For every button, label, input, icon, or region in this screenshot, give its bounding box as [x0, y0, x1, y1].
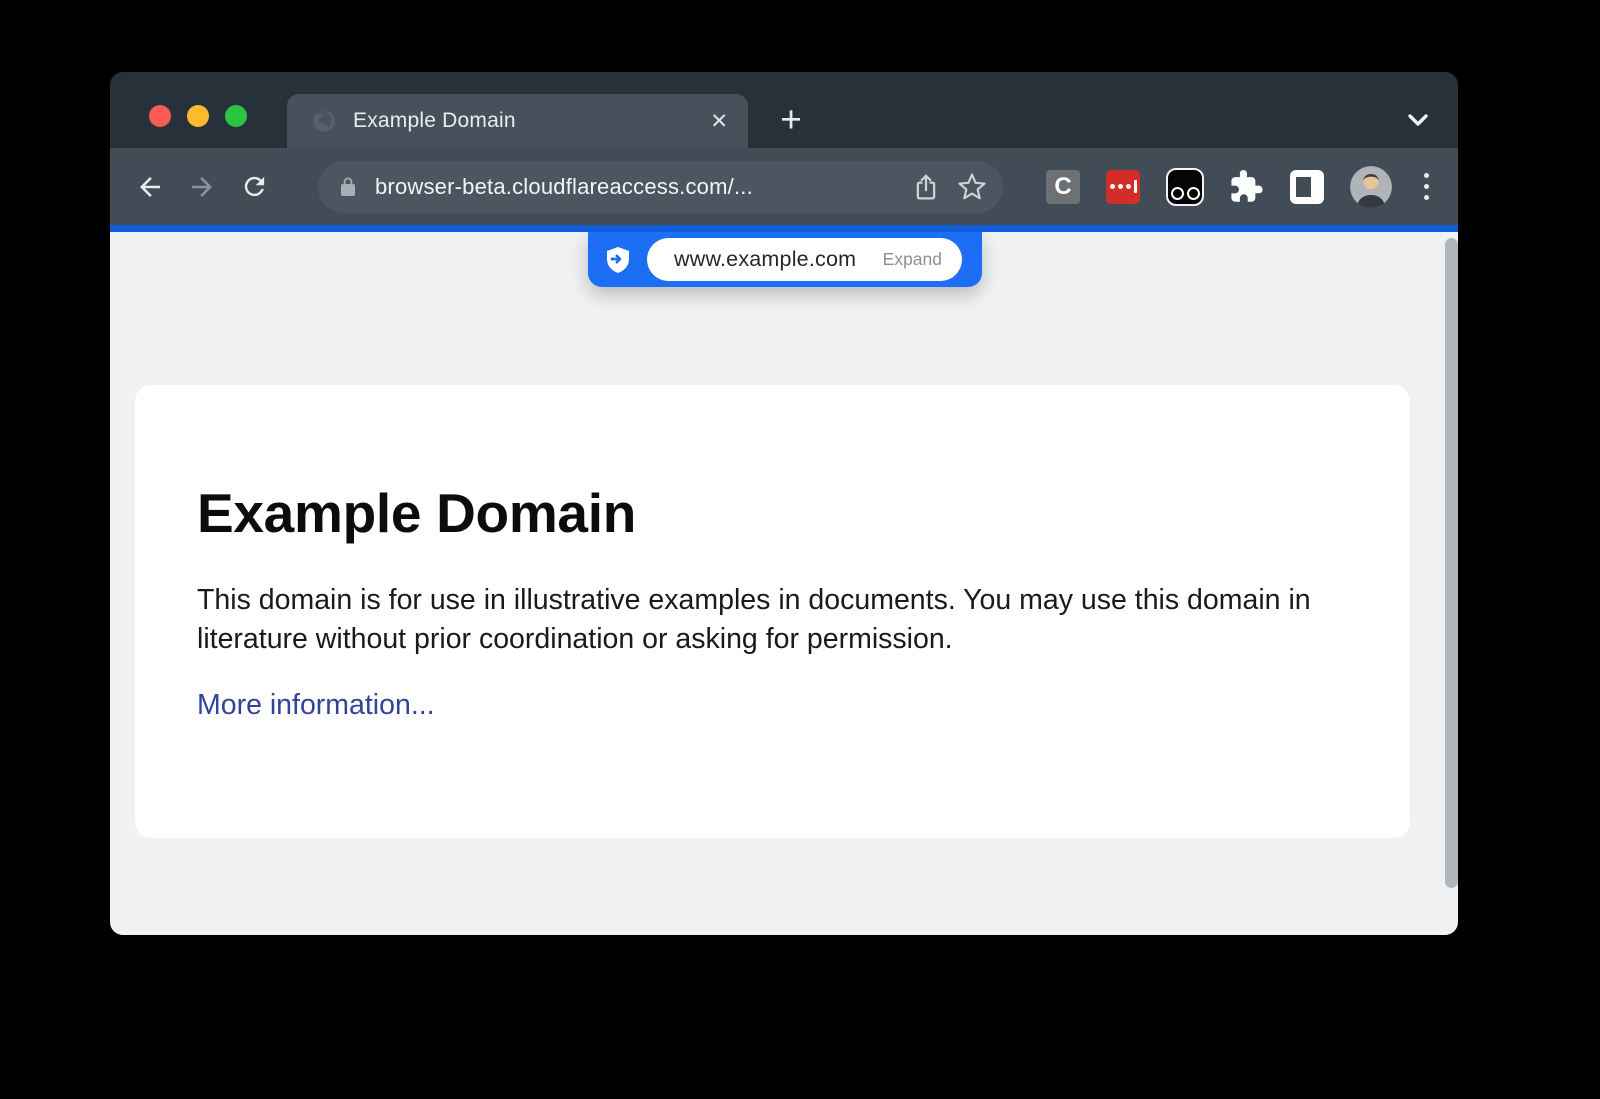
back-icon: [135, 172, 165, 202]
extension-password-manager-button[interactable]: [1106, 170, 1140, 204]
browser-menu-button[interactable]: [1418, 173, 1435, 200]
star-icon: [957, 172, 987, 202]
reload-button[interactable]: [232, 165, 276, 209]
access-indicator-bar: [110, 225, 1458, 232]
reload-icon: [240, 172, 269, 201]
shield-arrow-icon: [602, 244, 634, 276]
badge-expand-button[interactable]: Expand: [883, 249, 942, 270]
browser-window: Example Domain ✕ +: [110, 72, 1458, 935]
new-tab-button[interactable]: +: [772, 102, 810, 140]
window-zoom-button[interactable]: [225, 105, 247, 127]
tab-close-icon[interactable]: ✕: [710, 111, 728, 132]
puzzle-icon: [1230, 170, 1264, 204]
page-viewport: www.example.com Expand Example Domain Th…: [110, 232, 1458, 935]
kebab-menu-icon: [1424, 173, 1429, 178]
forward-icon: [187, 172, 217, 202]
tab-strip: Example Domain ✕ +: [110, 72, 1458, 148]
badge-domain-text: www.example.com: [674, 247, 883, 272]
more-information-link[interactable]: More information...: [197, 689, 435, 722]
page-paragraph: This domain is for use in illustrative e…: [197, 581, 1347, 658]
content-card: Example Domain This domain is for use in…: [135, 385, 1410, 838]
avatar: [1350, 166, 1392, 208]
extensions-area: C: [1046, 148, 1435, 225]
chevron-down-icon: [1403, 108, 1433, 132]
globe-favicon-icon: [311, 108, 337, 134]
badge-domain-pill[interactable]: www.example.com Expand: [647, 238, 962, 281]
window-controls: [149, 105, 247, 127]
page-heading: Example Domain: [197, 481, 1410, 545]
share-icon: [911, 172, 941, 202]
sidebar-icon: [1296, 177, 1311, 197]
extension-c-button[interactable]: C: [1046, 170, 1080, 204]
back-button[interactable]: [128, 165, 172, 209]
sidebar-toggle-button[interactable]: [1290, 170, 1324, 204]
profile-avatar-button[interactable]: [1350, 166, 1392, 208]
window-close-button[interactable]: [149, 105, 171, 127]
toolbar: browser-beta.cloudflareaccess.com/... C: [110, 148, 1458, 225]
bookmark-star-button[interactable]: [957, 172, 987, 202]
tab-overview-button[interactable]: [1403, 108, 1433, 132]
share-button[interactable]: [911, 172, 941, 202]
window-minimize-button[interactable]: [187, 105, 209, 127]
tab-example-domain[interactable]: Example Domain ✕: [287, 94, 748, 148]
url-text: browser-beta.cloudflareaccess.com/...: [375, 174, 895, 200]
forward-button[interactable]: [180, 165, 224, 209]
extensions-puzzle-button[interactable]: [1230, 170, 1264, 204]
address-bar[interactable]: browser-beta.cloudflareaccess.com/...: [318, 161, 1003, 213]
remote-browser-badge: www.example.com Expand: [588, 232, 982, 287]
extension-dark-button[interactable]: [1166, 168, 1204, 206]
tab-title: Example Domain: [353, 109, 710, 133]
scrollbar-thumb[interactable]: [1445, 238, 1458, 888]
lock-icon[interactable]: [336, 175, 360, 199]
